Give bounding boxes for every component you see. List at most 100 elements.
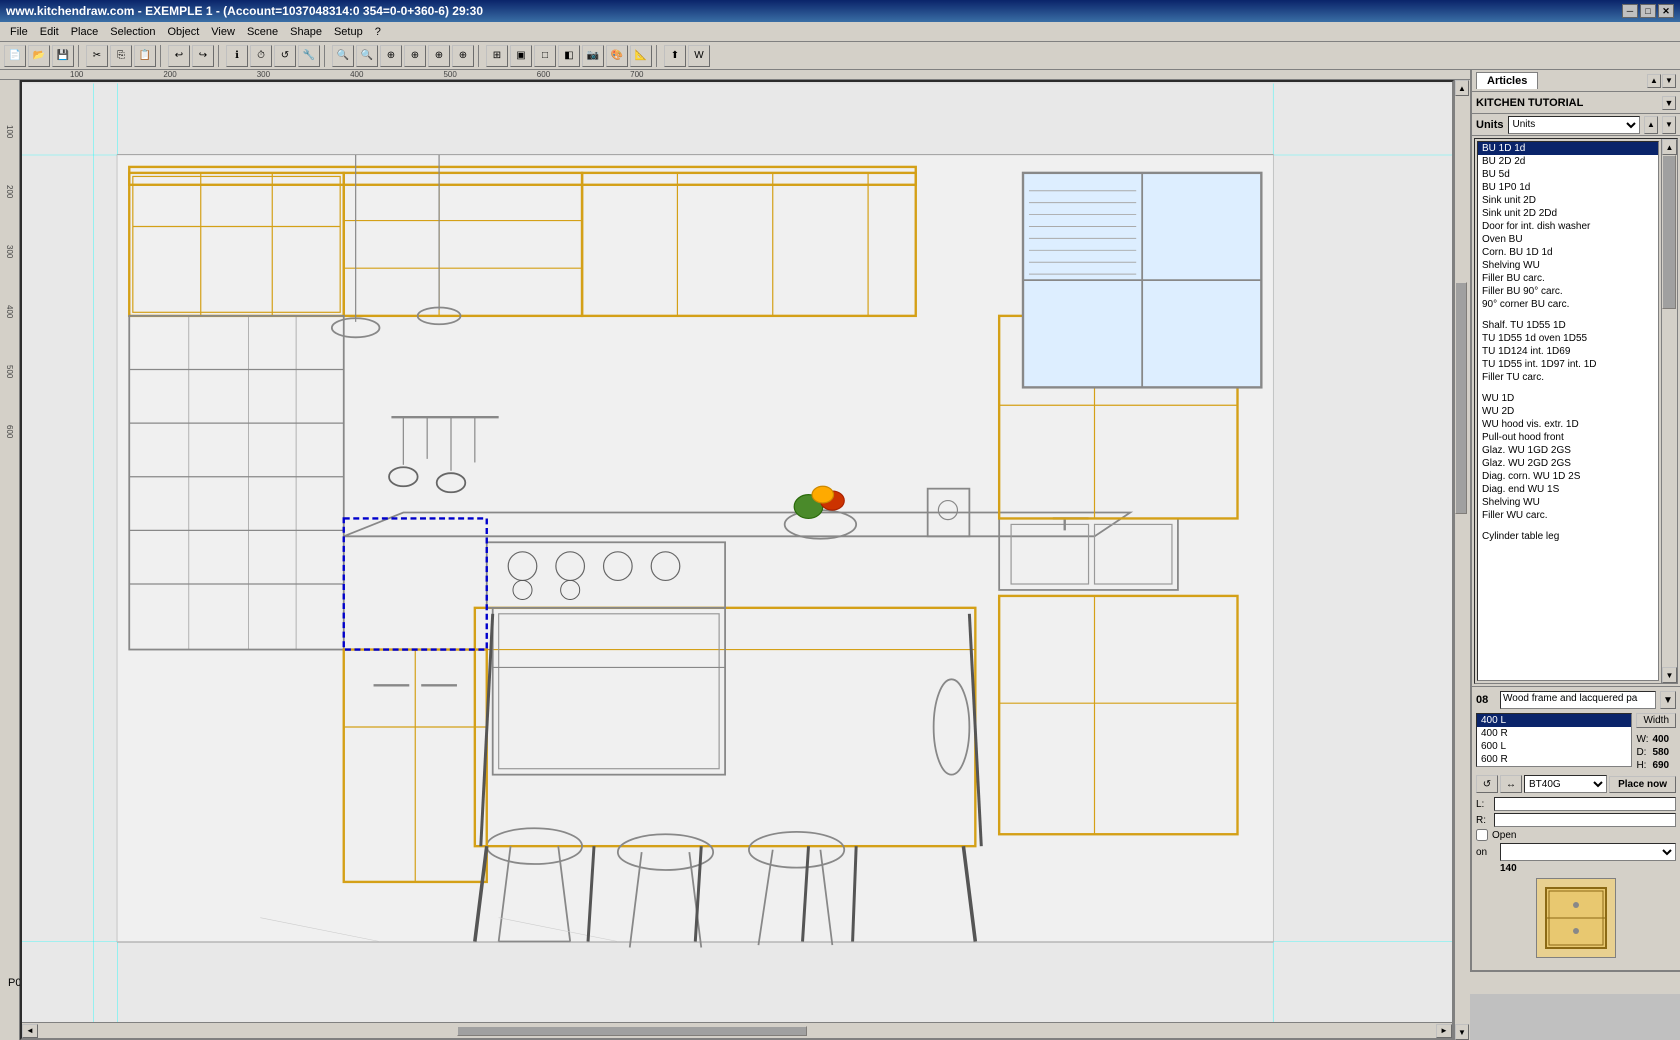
list-item-sink2d2d[interactable]: Sink unit 2D 2Dd	[1478, 207, 1658, 220]
list-item-shelving-wu2[interactable]: Shelving WU	[1478, 496, 1658, 509]
tb-paste[interactable]: 📋	[134, 45, 156, 67]
tb-save[interactable]: 💾	[52, 45, 74, 67]
list-item-filler-bu90[interactable]: Filler BU 90° carc.	[1478, 285, 1658, 298]
list-scrollbar[interactable]: ▲ ▼	[1661, 139, 1677, 683]
vscroll-track[interactable]	[1455, 96, 1470, 1024]
tb-render[interactable]: 🎨	[606, 45, 628, 67]
tb-new[interactable]: 📄	[4, 45, 26, 67]
menu-file[interactable]: File	[4, 24, 34, 40]
size-600r[interactable]: 600 R	[1477, 753, 1631, 766]
panel-scroll-down[interactable]: ▼	[1662, 74, 1676, 88]
tb-zoom3[interactable]: ⊕	[428, 45, 450, 67]
menu-setup[interactable]: Setup	[328, 24, 369, 40]
list-item-bu5d[interactable]: BU 5d	[1478, 168, 1658, 181]
list-item-diag-corn[interactable]: Diag. corn. WU 1D 2S	[1478, 470, 1658, 483]
list-item-shalf[interactable]: Shalf. TU 1D55 1D	[1478, 319, 1658, 332]
horizontal-scrollbar[interactable]: ◄ ►	[22, 1022, 1452, 1038]
list-scroll-up[interactable]: ▲	[1662, 139, 1677, 155]
viewport[interactable]: ◄ ►	[20, 80, 1454, 1040]
maximize-button[interactable]: □	[1640, 4, 1656, 18]
scroll-left-btn[interactable]: ◄	[22, 1024, 38, 1038]
list-scroll-thumb[interactable]	[1662, 155, 1676, 309]
tb-grid[interactable]: ⊞	[486, 45, 508, 67]
list-scroll-down[interactable]: ▼	[1662, 667, 1677, 683]
tb-cut[interactable]: ✂	[86, 45, 108, 67]
size-400l[interactable]: 400 L	[1477, 714, 1631, 727]
units-arrow-down[interactable]: ▼	[1662, 116, 1676, 134]
detail-desc-dropdown[interactable]: ▼	[1660, 691, 1676, 709]
on-select[interactable]	[1500, 843, 1676, 861]
r-input[interactable]	[1494, 813, 1676, 827]
menu-place[interactable]: Place	[65, 24, 105, 40]
tb-clock[interactable]: ⏱	[250, 45, 272, 67]
list-item-cylinder[interactable]: Cylinder table leg	[1478, 530, 1658, 543]
menu-shape[interactable]: Shape	[284, 24, 328, 40]
scroll-thumb-h[interactable]	[457, 1026, 807, 1036]
list-item-filler-wu[interactable]: Filler WU carc.	[1478, 509, 1658, 522]
list-item-sink2d[interactable]: Sink unit 2D	[1478, 194, 1658, 207]
tb-zoomout[interactable]: 🔍	[356, 45, 378, 67]
tb-zoom1[interactable]: ⊕	[380, 45, 402, 67]
list-item-corner90[interactable]: 90° corner BU carc.	[1478, 298, 1658, 311]
list-item-tu1d55int[interactable]: TU 1D55 int. 1D97 int. 1D	[1478, 358, 1658, 371]
color-select[interactable]: BT40G	[1524, 775, 1607, 793]
ctrl-rotate-left[interactable]: ↺	[1476, 775, 1498, 793]
ctrl-flip[interactable]: ↔	[1500, 775, 1522, 793]
list-item-tu1d124[interactable]: TU 1D124 int. 1D69	[1478, 345, 1658, 358]
tb-zoom2[interactable]: ⊕	[404, 45, 426, 67]
kt-dropdown-btn[interactable]: ▼	[1662, 96, 1676, 110]
menu-selection[interactable]: Selection	[104, 24, 161, 40]
menu-object[interactable]: Object	[162, 24, 206, 40]
tb-camera[interactable]: 📷	[582, 45, 604, 67]
tb-copy[interactable]: ⎘	[110, 45, 132, 67]
tb-import[interactable]: W	[688, 45, 710, 67]
menu-help[interactable]: ?	[369, 24, 387, 40]
list-item-glaz1gd[interactable]: Glaz. WU 1GD 2GS	[1478, 444, 1658, 457]
tb-measure[interactable]: 📐	[630, 45, 652, 67]
close-button[interactable]: ✕	[1658, 4, 1674, 18]
list-item-bu1d1d[interactable]: BU 1D 1d	[1478, 142, 1658, 155]
width-button[interactable]: Width	[1636, 713, 1676, 728]
list-item-filler-bu[interactable]: Filler BU carc.	[1478, 272, 1658, 285]
l-input[interactable]	[1494, 797, 1676, 811]
scroll-thumb-v[interactable]	[1455, 282, 1467, 514]
tb-tools[interactable]: 🔧	[298, 45, 320, 67]
tb-zoom4[interactable]: ⊕	[452, 45, 474, 67]
tab-articles[interactable]: Articles	[1476, 72, 1538, 89]
list-scroll-track[interactable]	[1662, 155, 1677, 667]
minimize-button[interactable]: ─	[1622, 4, 1638, 18]
menu-view[interactable]: View	[205, 24, 241, 40]
size-600l[interactable]: 600 L	[1477, 740, 1631, 753]
list-item-wu1d[interactable]: WU 1D	[1478, 392, 1658, 405]
list-item-pullout[interactable]: Pull-out hood front	[1478, 431, 1658, 444]
list-item-wu-hood[interactable]: WU hood vis. extr. 1D	[1478, 418, 1658, 431]
units-arrow-up[interactable]: ▲	[1644, 116, 1658, 134]
list-item-bu1p01d[interactable]: BU 1P0 1d	[1478, 181, 1658, 194]
scroll-track[interactable]	[38, 1026, 1436, 1036]
scroll-right-btn[interactable]: ►	[1436, 1024, 1452, 1038]
list-item-shelving-wu[interactable]: Shelving WU	[1478, 259, 1658, 272]
tb-snap[interactable]: ▣	[510, 45, 532, 67]
open-checkbox[interactable]	[1476, 829, 1488, 841]
tb-zoomin[interactable]: 🔍	[332, 45, 354, 67]
tb-view2d[interactable]: □	[534, 45, 556, 67]
list-item-glaz2gd[interactable]: Glaz. WU 2GD 2GS	[1478, 457, 1658, 470]
place-now-button[interactable]: Place now	[1609, 776, 1676, 793]
list-item-door-dish[interactable]: Door for int. dish washer	[1478, 220, 1658, 233]
tb-open[interactable]: 📂	[28, 45, 50, 67]
list-item-diag-end[interactable]: Diag. end WU 1S	[1478, 483, 1658, 496]
tb-export[interactable]: ⬆	[664, 45, 686, 67]
panel-scroll-up[interactable]: ▲	[1647, 74, 1661, 88]
items-list[interactable]: BU 1D 1d BU 2D 2d BU 5d BU 1P0 1d Sink u…	[1477, 141, 1659, 681]
tb-info[interactable]: ℹ	[226, 45, 248, 67]
tb-undo[interactable]: ↩	[168, 45, 190, 67]
tb-refresh[interactable]: ↺	[274, 45, 296, 67]
list-item-wu2d[interactable]: WU 2D	[1478, 405, 1658, 418]
units-select[interactable]: Units	[1508, 116, 1641, 134]
tb-redo[interactable]: ↪	[192, 45, 214, 67]
scroll-up-btn[interactable]: ▲	[1455, 80, 1469, 96]
menu-edit[interactable]: Edit	[34, 24, 65, 40]
tb-view3d[interactable]: ◧	[558, 45, 580, 67]
size-400r[interactable]: 400 R	[1477, 727, 1631, 740]
list-item-tu1d55-oven[interactable]: TU 1D55 1d oven 1D55	[1478, 332, 1658, 345]
